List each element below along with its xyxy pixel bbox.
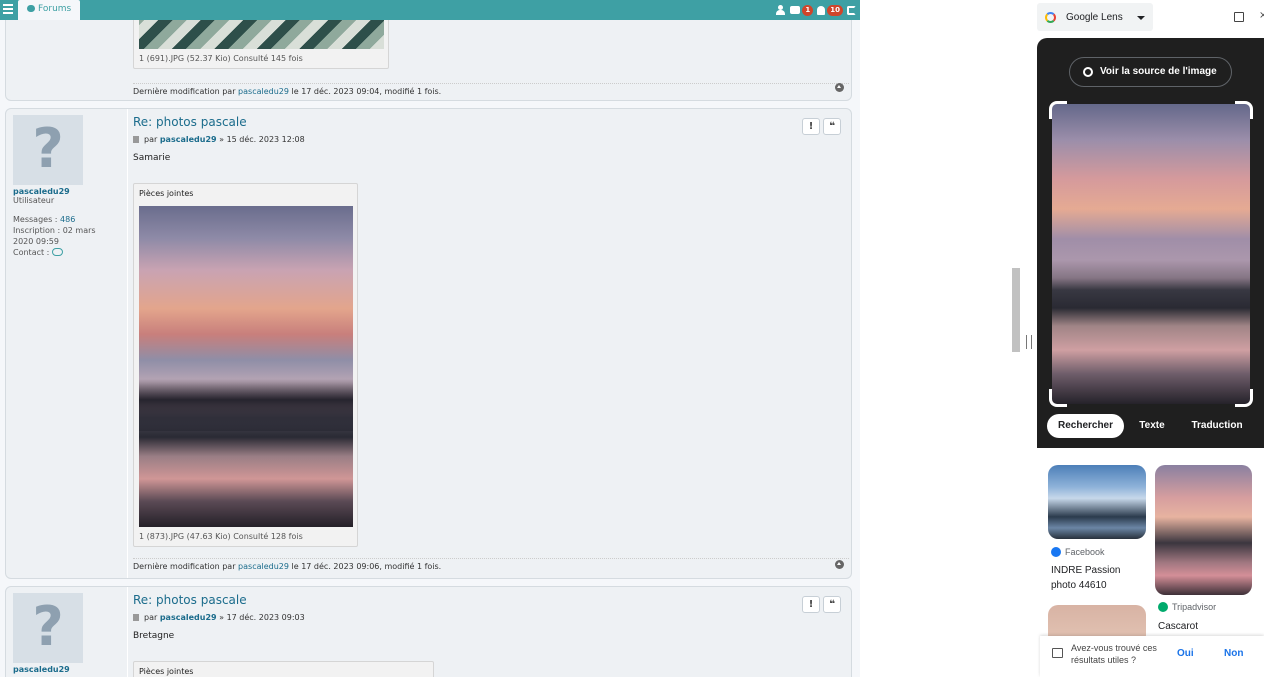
forums-tab[interactable]: Forums	[18, 0, 80, 20]
lens-title: Google Lens	[1066, 12, 1123, 23]
view-image-source-button[interactable]: Voir la source de l'image	[1069, 57, 1232, 87]
forum-post: pascaledu29 Re: photos pascale par pasca…	[5, 586, 852, 677]
post-icon	[133, 136, 139, 143]
inbox-badge: 1	[802, 4, 814, 16]
username-link[interactable]: pascaledu29	[13, 665, 127, 674]
post-actions: ! ❝	[802, 596, 841, 613]
post-content: Samarie	[133, 153, 171, 163]
inbox-icon[interactable]	[790, 6, 801, 14]
back-to-top-icon[interactable]	[835, 560, 844, 569]
back-to-top-icon[interactable]	[835, 83, 844, 92]
notification-badge: 10	[827, 4, 843, 16]
menu-icon[interactable]	[3, 4, 13, 15]
attachment-caption: 1 (691).JPG (52.37 Kio) Consulté 145 foi…	[139, 54, 303, 63]
bell-icon[interactable]	[817, 5, 826, 15]
post-profile: pascaledu29	[6, 587, 128, 677]
post-actions: ! ❝	[802, 118, 841, 135]
post-icon	[133, 614, 139, 621]
last-modified-note: Dernière modification par pascaledu29 le…	[133, 83, 849, 96]
post-body: Re: photos pascale par pascaledu29 » 17 …	[133, 587, 851, 677]
last-modified-note: Dernière modification par pascaledu29 le…	[133, 558, 849, 571]
post-profile: pascaledu29 Utilisateur Messages : 486 I…	[6, 109, 128, 578]
quote-button[interactable]: ❝	[823, 118, 841, 135]
inscription-date: Inscription : 02 mars 2020 09:59	[13, 226, 96, 246]
tab-search[interactable]: Rechercher	[1047, 414, 1124, 438]
post-title-link[interactable]: Re: photos pascale	[133, 593, 247, 607]
last-mod-user-link[interactable]: pascaledu29	[238, 562, 289, 571]
author-link[interactable]: pascaledu29	[160, 613, 217, 622]
quote-button[interactable]: ❝	[823, 596, 841, 613]
attachments-header: Pièces jointes	[139, 189, 194, 198]
feedback-icon	[1052, 648, 1063, 658]
result-title[interactable]: Cascarot	[1158, 619, 1198, 634]
lens-selected-image[interactable]	[1052, 104, 1250, 404]
attachment-box: Pièces jointes 1 (873).JPG (47.63 Kio) C…	[133, 183, 358, 547]
forum-page: 1 (691).JPG (52.37 Kio) Consulté 145 foi…	[0, 0, 860, 677]
avatar[interactable]	[13, 593, 83, 663]
lens-title-dropdown[interactable]: Google Lens	[1037, 3, 1153, 31]
logout-icon[interactable]	[847, 5, 856, 15]
tripadvisor-icon	[1158, 602, 1168, 612]
topbar-actions: 1 10	[776, 3, 856, 17]
page-scrollbar[interactable]	[1010, 0, 1022, 677]
last-mod-user-link[interactable]: pascaledu29	[238, 87, 289, 96]
result-image[interactable]	[1048, 465, 1146, 539]
feedback-question: Avez-vous trouvé ces résultats utiles ?	[1071, 643, 1157, 665]
contact-icon[interactable]	[51, 248, 63, 256]
attachments-header: Pièces jointes	[139, 667, 194, 676]
forum-post: pascaledu29 Utilisateur Messages : 486 I…	[5, 108, 852, 579]
facebook-icon	[1051, 547, 1061, 557]
crop-handle-bottom-right[interactable]	[1235, 389, 1253, 407]
lens-search-icon	[1083, 67, 1093, 77]
post-title-link[interactable]: Re: photos pascale	[133, 115, 247, 129]
report-button[interactable]: !	[802, 596, 820, 613]
post-byline: par pascaledu29 » 15 déc. 2023 12:08	[133, 135, 305, 144]
feedback-no-button[interactable]: Non	[1224, 648, 1243, 659]
post-content: Bretagne	[133, 631, 175, 641]
attachment-box: Pièces jointes	[133, 661, 434, 677]
user-role: Utilisateur	[13, 196, 55, 205]
author-link[interactable]: pascaledu29	[160, 135, 217, 144]
open-in-new-tab-icon[interactable]	[1234, 12, 1244, 22]
avatar[interactable]	[13, 115, 83, 185]
crop-handle-top-right[interactable]	[1235, 101, 1253, 119]
user-icon[interactable]	[776, 5, 786, 15]
report-button[interactable]: !	[802, 118, 820, 135]
result-source: Tripadvisor	[1158, 602, 1216, 612]
username-link[interactable]: pascaledu29	[13, 187, 127, 196]
forum-top-bar: Forums 1 10	[0, 0, 860, 20]
close-icon[interactable]: ×	[1259, 10, 1264, 21]
panel-resize-handle[interactable]	[1026, 335, 1032, 349]
post-body: Re: photos pascale par pascaledu29 » 15 …	[133, 109, 851, 578]
tab-translate[interactable]: Traduction	[1184, 414, 1250, 438]
result-title[interactable]: INDRE Passion photo 44610	[1051, 563, 1143, 593]
messages-count-link[interactable]: 486	[60, 215, 75, 224]
chat-icon	[27, 5, 35, 12]
feedback-bar: Avez-vous trouvé ces résultats utiles ? …	[1040, 636, 1264, 677]
crop-handle-top-left[interactable]	[1049, 101, 1067, 119]
result-source: Facebook	[1051, 547, 1105, 557]
post-byline: par pascaledu29 » 17 déc. 2023 09:03	[133, 613, 305, 622]
attachment-caption: 1 (873).JPG (47.63 Kio) Consulté 128 foi…	[139, 532, 303, 541]
crop-handle-bottom-left[interactable]	[1049, 389, 1067, 407]
feedback-yes-button[interactable]: Oui	[1177, 648, 1194, 659]
attachment-image[interactable]	[139, 206, 353, 527]
google-lens-icon	[1045, 12, 1056, 23]
tab-text[interactable]: Texte	[1130, 414, 1174, 438]
scrollbar-thumb[interactable]	[1012, 268, 1020, 352]
chevron-down-icon	[1137, 16, 1145, 20]
result-image[interactable]	[1155, 465, 1252, 595]
user-meta: Messages : 486 Inscription : 02 mars 202…	[13, 214, 127, 258]
